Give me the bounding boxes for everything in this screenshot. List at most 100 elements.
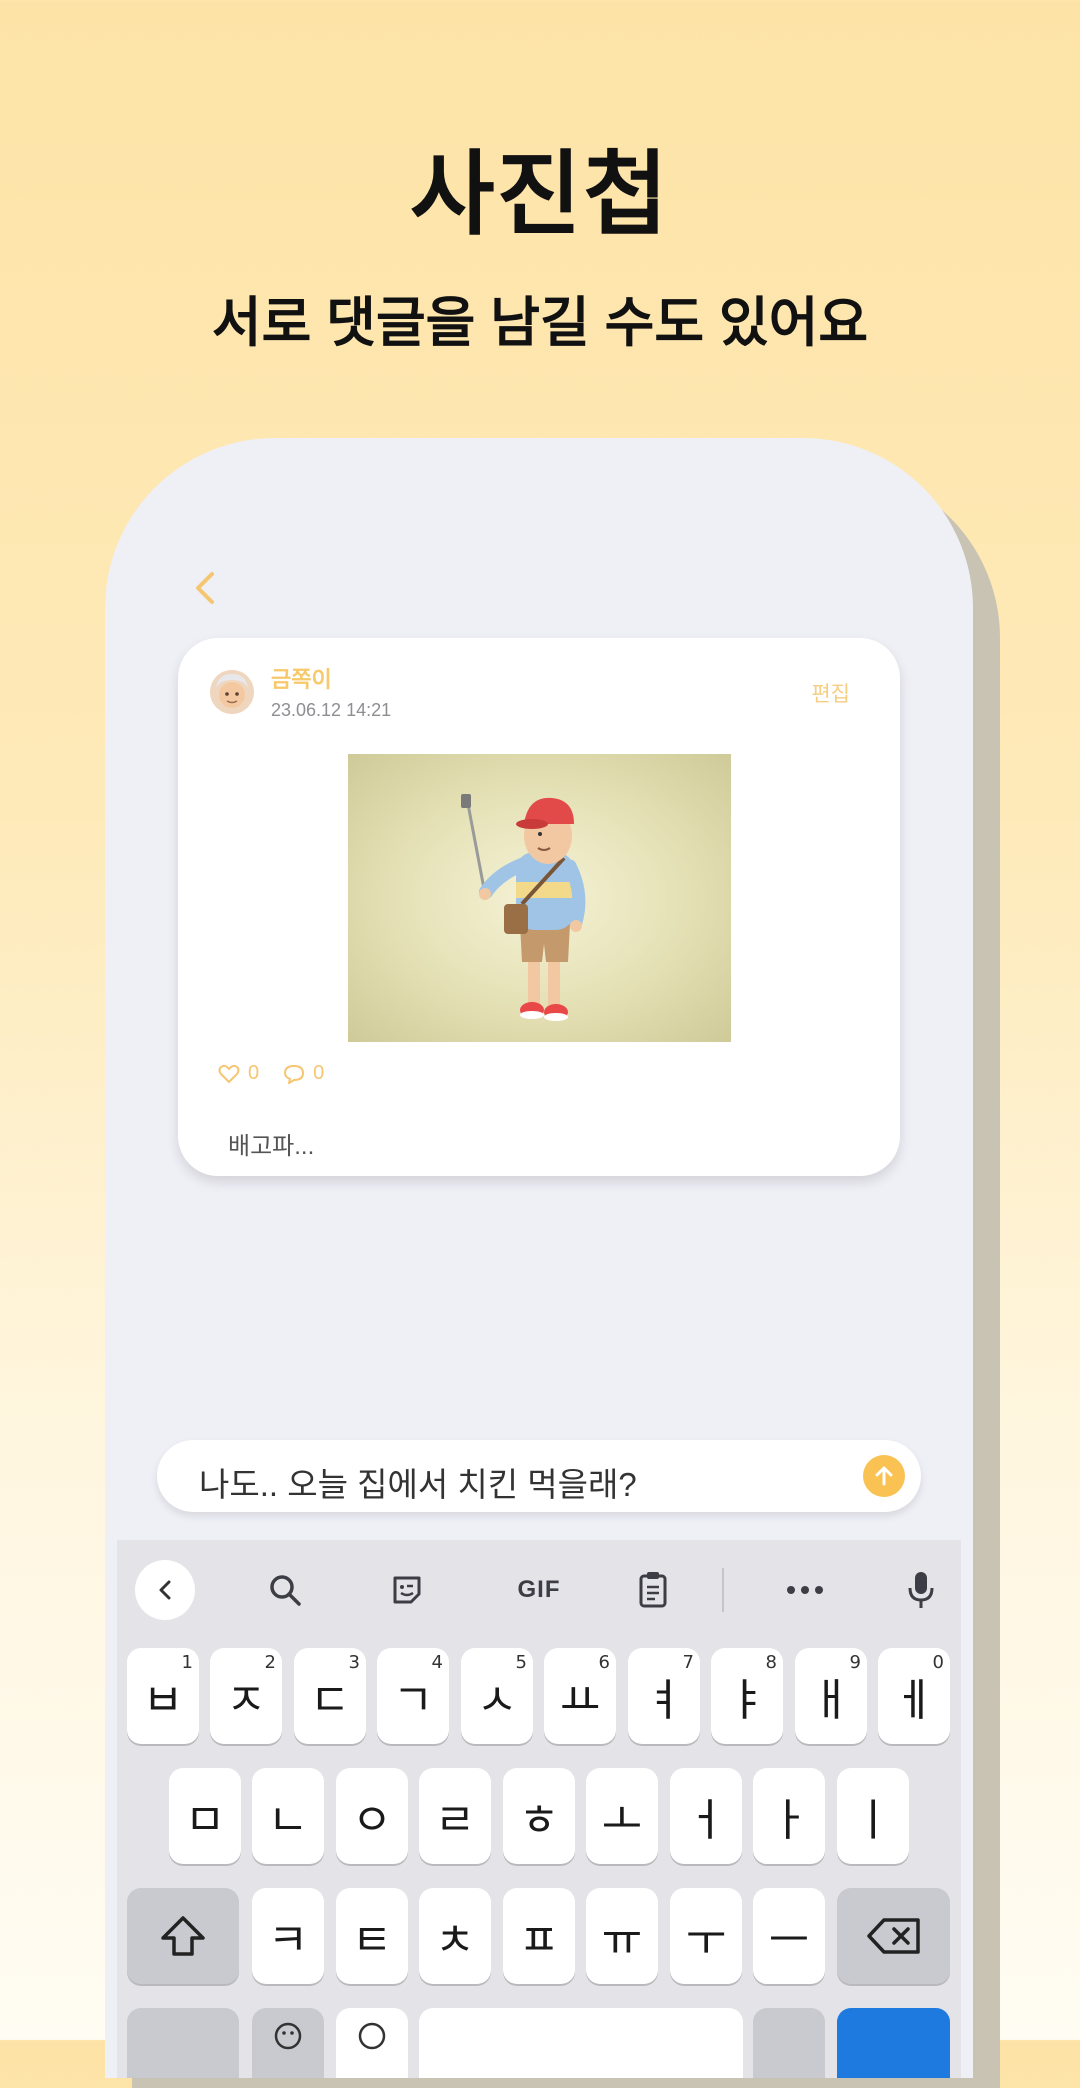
punctuation-key[interactable] bbox=[753, 2008, 825, 2078]
key-j[interactable]: ㅈ2 bbox=[210, 1648, 282, 1744]
key-t[interactable]: ㅌ bbox=[336, 1888, 408, 1984]
key-yu[interactable]: ㅠ bbox=[586, 1888, 658, 1984]
key-label: ㅅ bbox=[476, 1675, 518, 1726]
keyboard-sticker-button[interactable] bbox=[379, 1562, 435, 1618]
backspace-icon bbox=[866, 1918, 920, 1954]
space-key[interactable] bbox=[419, 2008, 743, 2078]
key-label: ㅈ bbox=[225, 1675, 267, 1726]
key-label: ㄹ bbox=[434, 1795, 476, 1846]
keyboard-gif-button[interactable]: GIF bbox=[499, 1562, 579, 1618]
comment-input[interactable]: 나도.. 오늘 집에서 치킨 먹을래? bbox=[199, 1458, 637, 1506]
key-label: ㅕ bbox=[643, 1675, 685, 1726]
shift-key[interactable] bbox=[127, 1888, 239, 1984]
key-u[interactable]: ㅜ bbox=[670, 1888, 742, 1984]
key-s[interactable]: ㅅ5 bbox=[461, 1648, 533, 1744]
comment-count-button[interactable]: 0 bbox=[283, 1062, 324, 1085]
chevron-left-icon bbox=[159, 1580, 171, 1600]
more-dots-icon bbox=[787, 1586, 823, 1594]
comment-count: 0 bbox=[313, 1062, 325, 1084]
arrow-up-icon bbox=[875, 1466, 893, 1486]
search-icon bbox=[270, 1575, 301, 1606]
key-label: ㅛ bbox=[559, 1675, 601, 1726]
toolbar-divider bbox=[722, 1568, 724, 1612]
send-button[interactable] bbox=[863, 1455, 905, 1497]
key-hint: 4 bbox=[431, 1652, 443, 1673]
emoji-key[interactable] bbox=[252, 2008, 324, 2078]
key-label: ㅡ bbox=[768, 1915, 810, 1966]
microphone-icon bbox=[908, 1572, 934, 1608]
key-label: ㅍ bbox=[518, 1915, 560, 1966]
key-b[interactable]: ㅂ1 bbox=[127, 1648, 199, 1744]
key-k[interactable]: ㅋ bbox=[252, 1888, 324, 1984]
key-label: ㅇ bbox=[351, 1795, 393, 1846]
key-label: ㅗ bbox=[601, 1795, 643, 1846]
key-label: ㅓ bbox=[685, 1795, 727, 1846]
key-label: ㅌ bbox=[351, 1915, 393, 1966]
key-p[interactable]: ㅍ bbox=[503, 1888, 575, 1984]
key-hint: 8 bbox=[765, 1652, 777, 1673]
keyboard-search-button[interactable] bbox=[257, 1562, 313, 1618]
post-photo[interactable] bbox=[348, 754, 731, 1042]
key-label: ㅏ bbox=[768, 1795, 810, 1846]
post-caption: 배고파... bbox=[228, 1133, 315, 1160]
key-ya[interactable]: ㅑ8 bbox=[711, 1648, 783, 1744]
shift-icon bbox=[161, 1916, 205, 1956]
keyboard-toolbar: GIF bbox=[117, 1540, 961, 1636]
gif-label: GIF bbox=[517, 1576, 561, 1603]
like-button[interactable]: 0 bbox=[218, 1062, 259, 1085]
phone-screen: 금쪽이 23.06.12 14:21 편집 0 0 배고파... 나도.. 오늘… bbox=[105, 438, 973, 2078]
key-label: ㅑ bbox=[726, 1675, 768, 1726]
avatar[interactable] bbox=[210, 670, 254, 714]
edit-button[interactable]: 편집 bbox=[811, 678, 850, 708]
key-label: ㅜ bbox=[685, 1915, 727, 1966]
key-label: ㅎ bbox=[518, 1795, 560, 1846]
key-o[interactable]: ㅗ bbox=[586, 1768, 658, 1864]
post-card: 금쪽이 23.06.12 14:21 편집 0 0 배고파... bbox=[178, 638, 900, 1176]
keyboard-collapse-button[interactable] bbox=[135, 1560, 195, 1620]
key-yo[interactable]: ㅛ6 bbox=[544, 1648, 616, 1744]
key-a[interactable]: ㅏ bbox=[753, 1768, 825, 1864]
key-m[interactable]: ㅁ bbox=[169, 1768, 241, 1864]
symbols-key[interactable] bbox=[127, 2008, 239, 2078]
key-h[interactable]: ㅎ bbox=[503, 1768, 575, 1864]
key-label: ㅋ bbox=[267, 1915, 309, 1966]
key-label: ㄴ bbox=[267, 1795, 309, 1846]
key-label: ㅁ bbox=[184, 1795, 226, 1846]
backspace-key[interactable] bbox=[837, 1888, 950, 1984]
emoji-icon bbox=[274, 2022, 302, 2050]
key-g[interactable]: ㄱ4 bbox=[377, 1648, 449, 1744]
comment-input-bar[interactable]: 나도.. 오늘 집에서 치킨 먹을래? bbox=[157, 1440, 921, 1512]
key-hint: 5 bbox=[515, 1652, 527, 1673]
keyboard-clipboard-button[interactable] bbox=[625, 1562, 681, 1618]
key-label: ㄷ bbox=[309, 1675, 351, 1726]
key-r[interactable]: ㄹ bbox=[419, 1768, 491, 1864]
keyboard-voice-button[interactable] bbox=[893, 1562, 949, 1618]
key-hint: 1 bbox=[181, 1652, 193, 1673]
key-ch[interactable]: ㅊ bbox=[419, 1888, 491, 1984]
enter-key[interactable] bbox=[837, 2008, 950, 2078]
key-eu[interactable]: ㅡ bbox=[753, 1888, 825, 1984]
key-eo[interactable]: ㅓ bbox=[670, 1768, 742, 1864]
key-hint: 6 bbox=[598, 1652, 610, 1673]
back-button[interactable] bbox=[185, 558, 225, 618]
post-stats: 0 0 bbox=[218, 1062, 324, 1085]
keyboard-more-button[interactable] bbox=[777, 1562, 833, 1618]
speech-bubble-icon bbox=[284, 1064, 305, 1084]
key-n[interactable]: ㄴ bbox=[252, 1768, 324, 1864]
key-e[interactable]: ㅔ0 bbox=[878, 1648, 950, 1744]
key-i[interactable]: ㅣ bbox=[837, 1768, 909, 1864]
key-ae[interactable]: ㅐ9 bbox=[795, 1648, 867, 1744]
key-hint: 9 bbox=[849, 1652, 861, 1673]
key-ng[interactable]: ㅇ bbox=[336, 1768, 408, 1864]
key-label: ㅊ bbox=[434, 1915, 476, 1966]
globe-key[interactable] bbox=[336, 2008, 408, 2078]
key-hint: 3 bbox=[348, 1652, 360, 1673]
key-d[interactable]: ㄷ3 bbox=[294, 1648, 366, 1744]
sticker-icon bbox=[393, 1576, 421, 1604]
like-count: 0 bbox=[248, 1062, 260, 1084]
key-hint: 7 bbox=[682, 1652, 694, 1673]
grandpa-emoji-icon bbox=[210, 670, 254, 714]
key-hint: 2 bbox=[264, 1652, 276, 1673]
keyboard: GIF ㅂ 1 ㅈ 2 ㄷ 3 ㄱ 4 ㅅ 5 ㅛ 6 ㅕ 7 ㅑ 8 ㅐ 9 … bbox=[117, 1540, 961, 2078]
key-yeo[interactable]: ㅕ7 bbox=[628, 1648, 700, 1744]
